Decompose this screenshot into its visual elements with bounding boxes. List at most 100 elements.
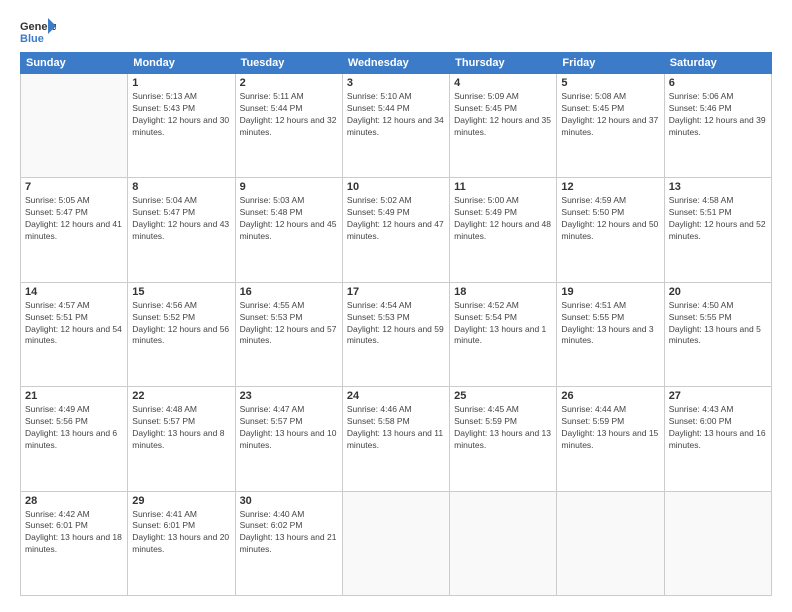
calendar-cell: 13 Sunrise: 4:58 AM Sunset: 5:51 PM Dayl… xyxy=(664,178,771,282)
svg-text:Blue: Blue xyxy=(20,33,44,44)
day-number: 5 xyxy=(561,77,659,89)
day-number: 24 xyxy=(347,390,445,402)
weekday-tuesday: Tuesday xyxy=(235,53,342,74)
calendar-cell: 19 Sunrise: 4:51 AM Sunset: 5:55 PM Dayl… xyxy=(557,282,664,386)
day-number: 2 xyxy=(240,77,338,89)
header: General Blue xyxy=(20,16,772,44)
weekday-header-row: SundayMondayTuesdayWednesdayThursdayFrid… xyxy=(21,53,772,74)
calendar-cell: 21 Sunrise: 4:49 AM Sunset: 5:56 PM Dayl… xyxy=(21,387,128,491)
day-info: Sunrise: 4:44 AM Sunset: 5:59 PM Dayligh… xyxy=(561,404,659,452)
day-number: 9 xyxy=(240,181,338,193)
day-info: Sunrise: 5:09 AM Sunset: 5:45 PM Dayligh… xyxy=(454,91,552,139)
calendar-cell: 25 Sunrise: 4:45 AM Sunset: 5:59 PM Dayl… xyxy=(450,387,557,491)
day-info: Sunrise: 5:13 AM Sunset: 5:43 PM Dayligh… xyxy=(132,91,230,139)
calendar-cell: 17 Sunrise: 4:54 AM Sunset: 5:53 PM Dayl… xyxy=(342,282,449,386)
day-info: Sunrise: 5:05 AM Sunset: 5:47 PM Dayligh… xyxy=(25,195,123,243)
day-number: 6 xyxy=(669,77,767,89)
day-info: Sunrise: 4:56 AM Sunset: 5:52 PM Dayligh… xyxy=(132,300,230,348)
calendar-cell xyxy=(21,74,128,178)
calendar-cell: 10 Sunrise: 5:02 AM Sunset: 5:49 PM Dayl… xyxy=(342,178,449,282)
day-number: 29 xyxy=(132,495,230,507)
calendar-cell xyxy=(450,491,557,595)
day-info: Sunrise: 4:50 AM Sunset: 5:55 PM Dayligh… xyxy=(669,300,767,348)
calendar-cell xyxy=(342,491,449,595)
calendar-cell: 6 Sunrise: 5:06 AM Sunset: 5:46 PM Dayli… xyxy=(664,74,771,178)
page: General Blue SundayMondayTuesdayWednesda… xyxy=(0,0,792,612)
day-number: 19 xyxy=(561,286,659,298)
day-number: 17 xyxy=(347,286,445,298)
day-info: Sunrise: 4:48 AM Sunset: 5:57 PM Dayligh… xyxy=(132,404,230,452)
day-info: Sunrise: 5:08 AM Sunset: 5:45 PM Dayligh… xyxy=(561,91,659,139)
day-number: 30 xyxy=(240,495,338,507)
calendar-cell: 24 Sunrise: 4:46 AM Sunset: 5:58 PM Dayl… xyxy=(342,387,449,491)
day-info: Sunrise: 4:43 AM Sunset: 6:00 PM Dayligh… xyxy=(669,404,767,452)
calendar-cell: 27 Sunrise: 4:43 AM Sunset: 6:00 PM Dayl… xyxy=(664,387,771,491)
calendar-cell: 9 Sunrise: 5:03 AM Sunset: 5:48 PM Dayli… xyxy=(235,178,342,282)
calendar-cell: 29 Sunrise: 4:41 AM Sunset: 6:01 PM Dayl… xyxy=(128,491,235,595)
day-number: 28 xyxy=(25,495,123,507)
day-number: 21 xyxy=(25,390,123,402)
weekday-friday: Friday xyxy=(557,53,664,74)
day-info: Sunrise: 4:58 AM Sunset: 5:51 PM Dayligh… xyxy=(669,195,767,243)
weekday-monday: Monday xyxy=(128,53,235,74)
day-info: Sunrise: 4:59 AM Sunset: 5:50 PM Dayligh… xyxy=(561,195,659,243)
calendar-cell: 18 Sunrise: 4:52 AM Sunset: 5:54 PM Dayl… xyxy=(450,282,557,386)
calendar-cell xyxy=(664,491,771,595)
day-number: 4 xyxy=(454,77,552,89)
logo-icon: General Blue xyxy=(20,16,56,44)
day-number: 18 xyxy=(454,286,552,298)
day-info: Sunrise: 5:03 AM Sunset: 5:48 PM Dayligh… xyxy=(240,195,338,243)
calendar-cell: 2 Sunrise: 5:11 AM Sunset: 5:44 PM Dayli… xyxy=(235,74,342,178)
day-info: Sunrise: 4:57 AM Sunset: 5:51 PM Dayligh… xyxy=(25,300,123,348)
day-number: 8 xyxy=(132,181,230,193)
day-number: 26 xyxy=(561,390,659,402)
day-info: Sunrise: 4:47 AM Sunset: 5:57 PM Dayligh… xyxy=(240,404,338,452)
calendar-week-5: 28 Sunrise: 4:42 AM Sunset: 6:01 PM Dayl… xyxy=(21,491,772,595)
day-number: 23 xyxy=(240,390,338,402)
day-info: Sunrise: 4:42 AM Sunset: 6:01 PM Dayligh… xyxy=(25,509,123,557)
calendar-cell: 3 Sunrise: 5:10 AM Sunset: 5:44 PM Dayli… xyxy=(342,74,449,178)
day-number: 1 xyxy=(132,77,230,89)
calendar-week-3: 14 Sunrise: 4:57 AM Sunset: 5:51 PM Dayl… xyxy=(21,282,772,386)
day-number: 15 xyxy=(132,286,230,298)
day-number: 12 xyxy=(561,181,659,193)
calendar-cell: 20 Sunrise: 4:50 AM Sunset: 5:55 PM Dayl… xyxy=(664,282,771,386)
day-number: 13 xyxy=(669,181,767,193)
day-info: Sunrise: 4:55 AM Sunset: 5:53 PM Dayligh… xyxy=(240,300,338,348)
weekday-wednesday: Wednesday xyxy=(342,53,449,74)
logo: General Blue xyxy=(20,16,56,44)
day-info: Sunrise: 4:41 AM Sunset: 6:01 PM Dayligh… xyxy=(132,509,230,557)
calendar-cell: 28 Sunrise: 4:42 AM Sunset: 6:01 PM Dayl… xyxy=(21,491,128,595)
day-number: 14 xyxy=(25,286,123,298)
day-info: Sunrise: 5:00 AM Sunset: 5:49 PM Dayligh… xyxy=(454,195,552,243)
weekday-sunday: Sunday xyxy=(21,53,128,74)
calendar-cell: 22 Sunrise: 4:48 AM Sunset: 5:57 PM Dayl… xyxy=(128,387,235,491)
day-info: Sunrise: 5:06 AM Sunset: 5:46 PM Dayligh… xyxy=(669,91,767,139)
calendar-table: SundayMondayTuesdayWednesdayThursdayFrid… xyxy=(20,52,772,596)
day-info: Sunrise: 5:10 AM Sunset: 5:44 PM Dayligh… xyxy=(347,91,445,139)
calendar-week-1: 1 Sunrise: 5:13 AM Sunset: 5:43 PM Dayli… xyxy=(21,74,772,178)
calendar-week-4: 21 Sunrise: 4:49 AM Sunset: 5:56 PM Dayl… xyxy=(21,387,772,491)
calendar-cell: 11 Sunrise: 5:00 AM Sunset: 5:49 PM Dayl… xyxy=(450,178,557,282)
calendar-cell: 4 Sunrise: 5:09 AM Sunset: 5:45 PM Dayli… xyxy=(450,74,557,178)
day-info: Sunrise: 4:46 AM Sunset: 5:58 PM Dayligh… xyxy=(347,404,445,452)
calendar-cell: 7 Sunrise: 5:05 AM Sunset: 5:47 PM Dayli… xyxy=(21,178,128,282)
day-number: 7 xyxy=(25,181,123,193)
weekday-thursday: Thursday xyxy=(450,53,557,74)
calendar-cell: 1 Sunrise: 5:13 AM Sunset: 5:43 PM Dayli… xyxy=(128,74,235,178)
calendar-cell: 15 Sunrise: 4:56 AM Sunset: 5:52 PM Dayl… xyxy=(128,282,235,386)
day-info: Sunrise: 4:40 AM Sunset: 6:02 PM Dayligh… xyxy=(240,509,338,557)
day-number: 11 xyxy=(454,181,552,193)
calendar-cell: 14 Sunrise: 4:57 AM Sunset: 5:51 PM Dayl… xyxy=(21,282,128,386)
day-info: Sunrise: 4:52 AM Sunset: 5:54 PM Dayligh… xyxy=(454,300,552,348)
day-info: Sunrise: 5:02 AM Sunset: 5:49 PM Dayligh… xyxy=(347,195,445,243)
calendar-cell: 12 Sunrise: 4:59 AM Sunset: 5:50 PM Dayl… xyxy=(557,178,664,282)
day-info: Sunrise: 4:54 AM Sunset: 5:53 PM Dayligh… xyxy=(347,300,445,348)
day-info: Sunrise: 5:11 AM Sunset: 5:44 PM Dayligh… xyxy=(240,91,338,139)
day-number: 10 xyxy=(347,181,445,193)
day-number: 3 xyxy=(347,77,445,89)
day-number: 22 xyxy=(132,390,230,402)
day-number: 25 xyxy=(454,390,552,402)
calendar-cell: 5 Sunrise: 5:08 AM Sunset: 5:45 PM Dayli… xyxy=(557,74,664,178)
day-info: Sunrise: 4:45 AM Sunset: 5:59 PM Dayligh… xyxy=(454,404,552,452)
